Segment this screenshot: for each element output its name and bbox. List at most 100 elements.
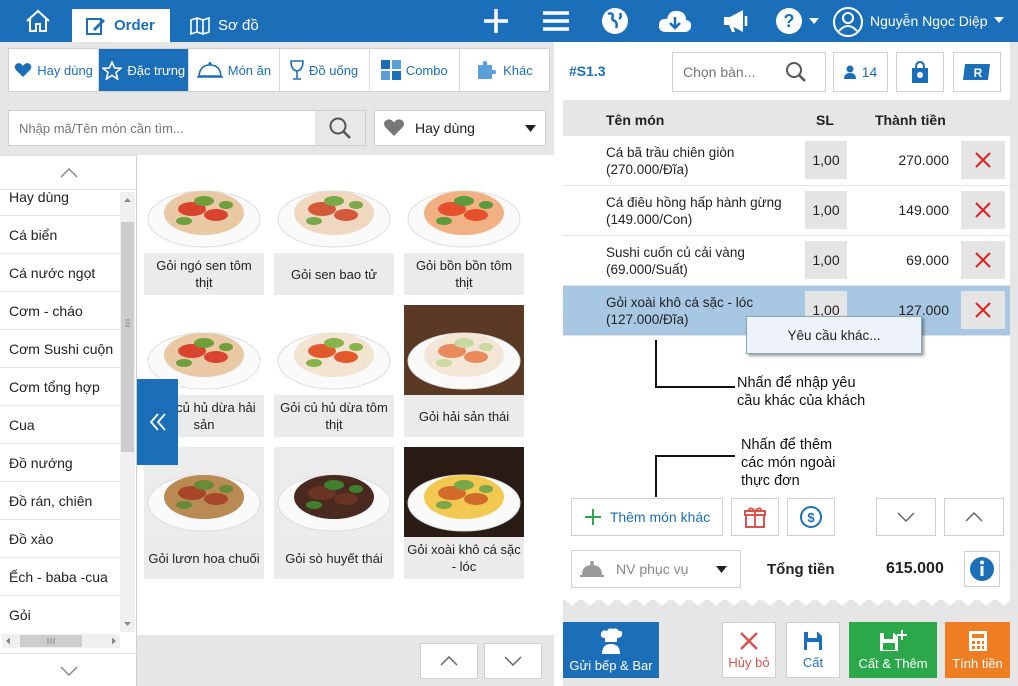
salad-plate-icon <box>274 447 394 537</box>
dish-card[interactable]: Gỏi lươn hoa chuối <box>144 447 264 579</box>
dish-card[interactable]: Gỏi củ hủ dừa tôm thịt <box>274 305 394 437</box>
menu-button[interactable] <box>534 2 578 40</box>
category-item[interactable]: Cơm Sushi cuộn <box>0 330 120 368</box>
user-name[interactable]: Nguyễn Ngọc Diệp <box>870 13 988 29</box>
category-item[interactable]: Cơm - cháo <box>0 292 120 330</box>
category-scroll-down[interactable] <box>0 653 137 686</box>
category-scroll-up[interactable] <box>0 156 137 190</box>
callout-text: Nhấn để nhập yêu <box>737 375 856 391</box>
dish-name: Gỏi củ hủ dừa tôm thịt <box>280 400 388 432</box>
category-item[interactable]: Cua <box>0 406 120 444</box>
user-caret-icon[interactable] <box>994 17 1004 23</box>
user-avatar[interactable] <box>832 6 864 38</box>
category-item[interactable]: Gỏi <box>0 596 120 630</box>
category-vertical-scrollbar[interactable] <box>120 192 135 632</box>
category-tab-drinks[interactable]: Đồ uống <box>280 49 370 91</box>
order-row[interactable]: Cá điêu hồng hấp hành gừng (149.000/Con) 1… <box>563 186 1010 236</box>
caret-down-icon <box>809 18 819 24</box>
takeaway-button[interactable] <box>896 52 944 92</box>
reservation-button[interactable]: R <box>953 52 1001 92</box>
delete-item-button[interactable] <box>961 141 1005 179</box>
order-row[interactable]: Cá bã trầu chiên giòn (270.000/Đĩa) 1,00 27… <box>563 136 1010 186</box>
save-button[interactable]: Cất <box>786 622 840 678</box>
save-and-add-button[interactable]: Cất & Thêm <box>849 622 937 678</box>
guest-count-button[interactable]: 14 <box>833 52 888 92</box>
dish-card[interactable]: Gỏi bồn bồn tôm thịt <box>404 163 524 295</box>
category-tab-label: Hay dùng <box>37 62 93 78</box>
category-tab-label: Khác <box>503 62 533 78</box>
tab-order[interactable]: Order <box>72 9 170 42</box>
dish-page-down[interactable] <box>484 643 542 679</box>
category-items: Hay dùng Cá biển Cá nước ngọt Cơm - cháo Cơm… <box>0 190 120 630</box>
tab-map[interactable]: Sơ đồ <box>176 9 276 42</box>
home-button[interactable] <box>10 4 66 38</box>
category-tab-other[interactable]: Khác <box>460 49 549 91</box>
order-row[interactable]: Sushi cuốn củ cải vàng (69.000/Suất) 1,00 6… <box>563 236 1010 286</box>
info-icon <box>970 557 994 581</box>
context-menu-other-request[interactable]: Yêu cầu khác... <box>746 316 922 354</box>
search-button[interactable] <box>315 111 365 145</box>
dish-image <box>274 447 394 537</box>
home-icon <box>26 9 50 32</box>
dish-card[interactable]: Gỏi sen bao tử <box>274 163 394 295</box>
category-item[interactable]: Ếch - baba -cua <box>0 558 120 596</box>
category-item[interactable]: Cơm tổng hợp <box>0 368 120 406</box>
order-scroll-up[interactable] <box>944 498 1004 536</box>
reservation-icon: R <box>963 64 990 80</box>
category-horizontal-scrollbar[interactable] <box>2 634 120 648</box>
add-button[interactable] <box>474 2 518 40</box>
gift-icon <box>744 507 766 528</box>
search-input[interactable] <box>9 111 315 145</box>
item-quantity[interactable]: 1,00 <box>805 241 847 279</box>
info-button[interactable] <box>964 551 1000 587</box>
send-kitchen-button[interactable]: Gửi bếp & Bar <box>563 622 659 678</box>
star-icon <box>102 60 123 80</box>
category-item[interactable]: Cá nước ngọt <box>0 254 120 292</box>
search-icon <box>329 117 351 139</box>
category-item[interactable]: Hay dùng <box>0 190 120 216</box>
item-quantity[interactable]: 1,00 <box>805 191 847 229</box>
category-item[interactable]: Đồ xào <box>0 520 120 558</box>
dish-name: Gỏi bồn bồn tôm thịt <box>415 258 513 290</box>
category-tab-favorite[interactable]: Hay dùng <box>9 49 100 91</box>
order-icon <box>86 17 105 35</box>
checkout-button[interactable]: Tính tiền <box>945 622 1010 678</box>
dish-card[interactable]: Gỏi ngó sen tôm thịt <box>144 163 264 295</box>
order-scroll-down[interactable] <box>876 498 936 536</box>
category-tab-food[interactable]: Món ăn <box>189 49 280 91</box>
dish-page-up[interactable] <box>420 643 478 679</box>
item-quantity[interactable]: 1,00 <box>805 141 847 179</box>
table-input[interactable] <box>673 53 783 91</box>
category-item[interactable]: Cá biển <box>0 216 120 254</box>
chef-icon <box>600 627 623 654</box>
category-item[interactable]: Đồ rán, chiên <box>0 482 120 520</box>
item-amount: 69.000 <box>906 252 949 268</box>
help-button[interactable]: ? <box>769 2 825 40</box>
plus-icon <box>484 9 508 33</box>
dish-name: Gỏi hải sản thái <box>418 408 510 424</box>
delete-item-button[interactable] <box>961 291 1005 329</box>
dish-card[interactable]: Gỏi sò huyết thái <box>274 447 394 579</box>
announce-button[interactable] <box>714 2 758 40</box>
gift-button[interactable] <box>731 498 779 536</box>
collapse-panel-button[interactable] <box>137 379 178 465</box>
discount-button[interactable]: $ <box>787 498 835 536</box>
filter-select[interactable]: Hay dùng <box>374 110 546 146</box>
caret-down-icon <box>716 565 728 573</box>
download-button[interactable] <box>653 2 697 40</box>
receipt-edge <box>563 598 1010 606</box>
category-tab-featured[interactable]: Đặc trưng <box>99 49 190 91</box>
category-item[interactable]: Đồ nướng <box>0 444 120 482</box>
category-tab-combo[interactable]: Combo <box>370 49 460 91</box>
waiter-select[interactable]: NV phục vụ <box>571 550 741 588</box>
dish-image <box>144 163 264 253</box>
cancel-button[interactable]: Hủy bỏ <box>722 622 776 678</box>
add-other-dish-button[interactable]: Thêm món khác <box>571 498 723 536</box>
globe-button[interactable] <box>593 2 637 40</box>
dish-card[interactable]: Gỏi xoài khô cá sặc - lóc <box>404 447 524 579</box>
delete-item-button[interactable] <box>961 191 1005 229</box>
dish-card[interactable]: Gỏi hải sản thái <box>404 305 524 437</box>
item-name: Cá điêu hồng hấp hành gừng <box>606 195 782 210</box>
delete-item-button[interactable] <box>961 241 1005 279</box>
search-icon[interactable] <box>785 61 807 83</box>
